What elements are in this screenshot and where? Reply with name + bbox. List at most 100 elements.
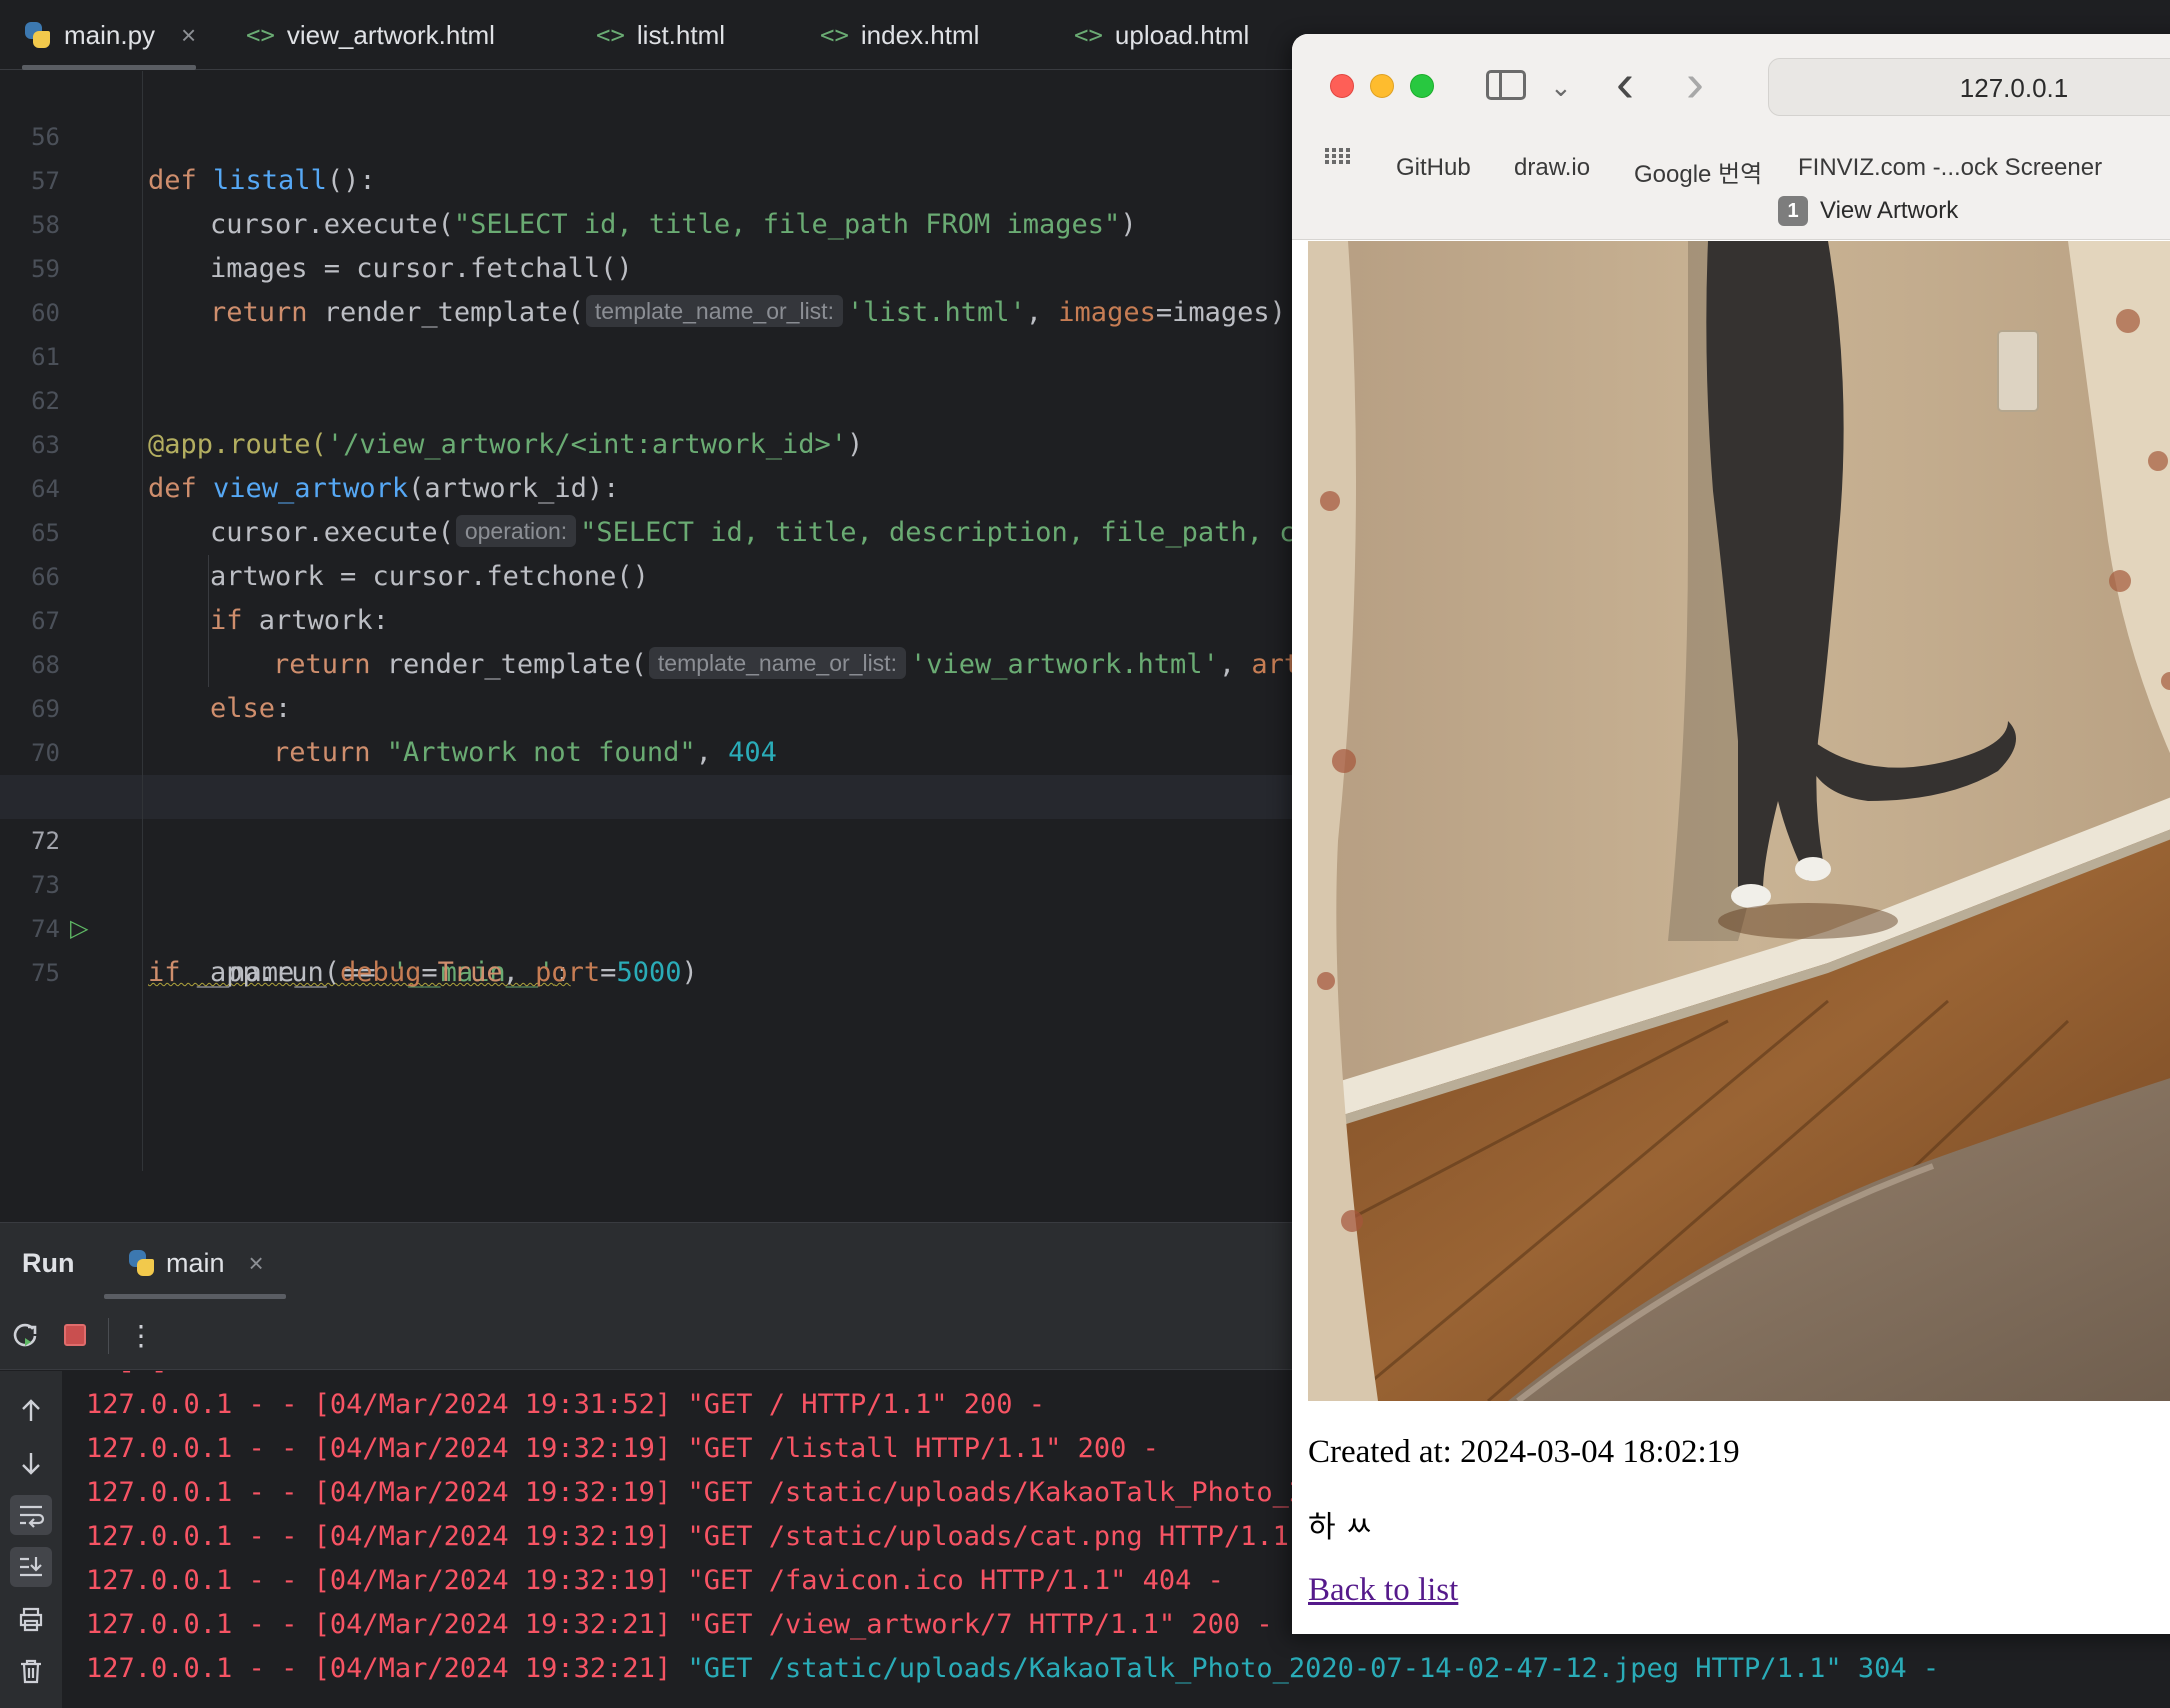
- stop-button[interactable]: [56, 1316, 94, 1354]
- editor-tab-bar: main.py × <> view_artwork.html <> list.h…: [0, 0, 1300, 70]
- chevron-down-icon[interactable]: ⌄: [1550, 74, 1572, 100]
- code-editor[interactable]: 56 def listall(): 57 cursor.execute("SEL…: [0, 71, 1328, 1171]
- python-icon: [22, 20, 52, 50]
- back-to-list-link[interactable]: Back to list: [1308, 1572, 1458, 1609]
- soft-wrap-toggle[interactable]: [10, 1495, 52, 1535]
- html-icon: <>: [820, 21, 849, 49]
- log-line: 127.0.0.1 - - [04/Mar/2024 19:32:19] "GE…: [86, 1521, 1354, 1552]
- browser-window: ⌄ ‹ › 127.0.0.1 GitHub draw.io Google 번역…: [1292, 34, 2170, 1634]
- html-icon: <>: [596, 21, 625, 49]
- parameter-name: port: [535, 957, 601, 988]
- trash-icon: [21, 1659, 41, 1684]
- log-line: 127.0.0.1 - - [04/Mar/2024 19:32:21] "GE…: [86, 1609, 1273, 1640]
- back-arrow-icon[interactable]: ‹: [1616, 56, 1634, 110]
- code-line[interactable]: 66 if artwork:: [0, 511, 1300, 636]
- rerun-button[interactable]: [6, 1316, 44, 1354]
- created-at-text: Created at: 2024-03-04 18:02:19: [1308, 1434, 1740, 1470]
- log-line: 127.0.0.1 - - [04/Mar/2024 19:32:19] "GE…: [86, 1433, 1159, 1464]
- code-text: ,: [502, 957, 536, 988]
- tab-label: main.py: [64, 19, 156, 50]
- code-line[interactable]: 61: [0, 291, 1300, 371]
- close-window-button[interactable]: [1330, 74, 1354, 98]
- more-options-button[interactable]: ⋮: [122, 1316, 160, 1354]
- print-button[interactable]: [10, 1599, 52, 1639]
- code-text: app.run(: [210, 957, 341, 988]
- print-icon: [19, 1607, 43, 1632]
- bookmark-drawio[interactable]: draw.io: [1514, 154, 1590, 182]
- tab-upload-html[interactable]: <> upload.html: [1074, 0, 1249, 70]
- tab-count-badge: 1: [1778, 196, 1808, 226]
- code-line[interactable]: 57 cursor.execute("SELECT id, title, fil…: [0, 115, 1300, 240]
- address-bar[interactable]: 127.0.0.1: [1768, 58, 2170, 116]
- line-number: 75: [31, 959, 60, 987]
- soft-wrap-icon: [20, 1505, 45, 1528]
- code-line[interactable]: 59 return render_template(template_name_…: [0, 203, 1300, 328]
- code-line[interactable]: 67 return render_template(template_name_…: [0, 555, 1300, 680]
- more-icon: ⋮: [127, 1319, 155, 1351]
- code-line[interactable]: 73 ▷ if __name__ == '__main__':: [0, 819, 1300, 988]
- log-line: 127.0.0.1 - - [04/Mar/2024 19:31:52] "GE…: [86, 1389, 1046, 1420]
- tab-list-html[interactable]: <> list.html: [596, 0, 725, 70]
- code-line[interactable]: 75: [0, 907, 1300, 987]
- scroll-to-end-toggle[interactable]: [10, 1547, 52, 1587]
- run-tab-indicator: [104, 1294, 286, 1299]
- rerun-icon: [13, 1323, 37, 1347]
- tab-view-artwork-html[interactable]: <> view_artwork.html: [246, 0, 495, 70]
- tab-label: upload.html: [1114, 19, 1250, 50]
- code-line[interactable]: 69 return "Artwork not found", 404: [0, 643, 1300, 768]
- close-icon[interactable]: ×: [249, 1248, 264, 1279]
- parameter-name: debug: [340, 957, 422, 988]
- code-line[interactable]: 64 cursor.execute(operation: "SELECT id, …: [0, 423, 1328, 548]
- arrow-down-icon: [22, 1453, 40, 1475]
- bookmark-google-translate[interactable]: Google 번역: [1634, 154, 1762, 189]
- tab-main-py[interactable]: main.py ×: [22, 0, 197, 70]
- sidebar-toggle-icon[interactable]: [1486, 70, 1526, 100]
- forward-arrow-icon[interactable]: ›: [1686, 56, 1704, 110]
- number-literal: 5000: [616, 957, 682, 988]
- address-text: 127.0.0.1: [1959, 73, 2069, 103]
- zoom-window-button[interactable]: [1410, 74, 1434, 98]
- clear-console-button[interactable]: [10, 1651, 52, 1691]
- code-text: ): [681, 957, 698, 988]
- close-icon[interactable]: ×: [181, 20, 196, 51]
- run-tab-main[interactable]: main ×: [126, 1223, 264, 1303]
- bookmark-finviz[interactable]: FINVIZ.com -...ock Screener: [1798, 154, 2102, 182]
- code-line[interactable]: 63 def view_artwork(artwork_id):: [0, 379, 1300, 504]
- code-line[interactable]: 68 else:: [0, 599, 1300, 724]
- code-line[interactable]: 62 @app.route('/view_artwork/<int:artwor…: [0, 335, 1300, 460]
- bookmark-github[interactable]: GitHub: [1396, 154, 1471, 182]
- run-side-toolbar: [0, 1371, 62, 1708]
- artwork-description: 하 ㅆ: [1308, 1510, 1373, 1545]
- code-line[interactable]: 70: [0, 687, 1300, 767]
- minimize-window-button[interactable]: [1370, 74, 1394, 98]
- log-line: 127.0.0.1 - - [04/Mar/2024 19:32:21] "GE…: [86, 1653, 1940, 1684]
- code-line[interactable]: 65 artwork = cursor.fetchone(): [0, 467, 1300, 592]
- code-text: =: [600, 957, 617, 988]
- html-icon: <>: [1074, 21, 1103, 49]
- keyword: if: [148, 957, 197, 988]
- tab-title: View Artwork: [1820, 197, 1959, 224]
- code-line[interactable]: 74 app.run(debug=True, port=5000): [0, 863, 1300, 988]
- tab-index-html[interactable]: <> index.html: [820, 0, 979, 70]
- run-panel-title: Run: [22, 1248, 75, 1278]
- code-line[interactable]: 56 def listall():: [0, 71, 1300, 196]
- arrow-up-icon: [22, 1399, 40, 1421]
- tab-label: list.html: [636, 19, 726, 50]
- code-line[interactable]: 58 images = cursor.fetchall(): [0, 159, 1300, 284]
- artwork-image: [1308, 241, 2170, 1401]
- tab-label: index.html: [860, 19, 980, 50]
- python-icon: [126, 1248, 156, 1278]
- scroll-to-end-icon: [20, 1557, 42, 1577]
- log-line: 127.0.0.1 - - [04/Mar/2024 19:32:19] "GE…: [86, 1565, 1224, 1596]
- code-line-current[interactable]: 72: [0, 775, 1300, 855]
- run-tab-label: main: [166, 1247, 225, 1278]
- scroll-up-button[interactable]: [10, 1391, 52, 1431]
- indent-guide: [208, 555, 209, 687]
- code-line[interactable]: 60: [0, 247, 1300, 327]
- code-line[interactable]: 71: [0, 731, 1300, 811]
- gutter-divider: [142, 71, 143, 1171]
- browser-tab[interactable]: 1 View Artwork: [1778, 196, 1958, 226]
- scroll-down-button[interactable]: [10, 1443, 52, 1483]
- browser-toolbar: ⌄ ‹ › 127.0.0.1 GitHub draw.io Google 번역…: [1292, 34, 2170, 240]
- apps-grid-icon[interactable]: [1324, 142, 1350, 168]
